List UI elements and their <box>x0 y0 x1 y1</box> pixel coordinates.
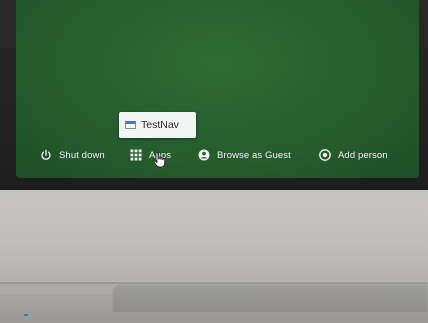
add-person-button[interactable]: Add person <box>319 142 388 168</box>
laptop-hinge <box>112 282 428 312</box>
laptop-lid-lower <box>0 190 428 282</box>
hand-cursor-icon <box>153 152 167 168</box>
guest-person-icon <box>198 149 210 161</box>
shutdown-label: Shut down <box>59 149 105 161</box>
add-person-icon <box>319 149 331 161</box>
browse-as-guest-label: Browse as Guest <box>217 149 291 161</box>
browse-as-guest-button[interactable]: Browse as Guest <box>198 142 291 168</box>
testnav-app-icon <box>125 121 136 129</box>
status-led <box>24 314 28 316</box>
login-shelf: Shut down Apps Browse as Guest Add perso… <box>16 142 419 168</box>
apps-popup: TestNav <box>119 112 196 138</box>
photo-of-laptop: Shut down Apps Browse as Guest Add perso… <box>0 0 428 323</box>
add-person-label: Add person <box>338 149 388 161</box>
power-icon <box>40 149 52 161</box>
login-screen: Shut down Apps Browse as Guest Add perso… <box>16 0 419 178</box>
shutdown-button[interactable]: Shut down <box>40 142 105 168</box>
apps-grid-icon <box>130 149 142 161</box>
app-item-testnav[interactable]: TestNav <box>125 116 179 134</box>
hinge-shadow <box>0 282 428 284</box>
app-item-label: TestNav <box>141 119 179 131</box>
